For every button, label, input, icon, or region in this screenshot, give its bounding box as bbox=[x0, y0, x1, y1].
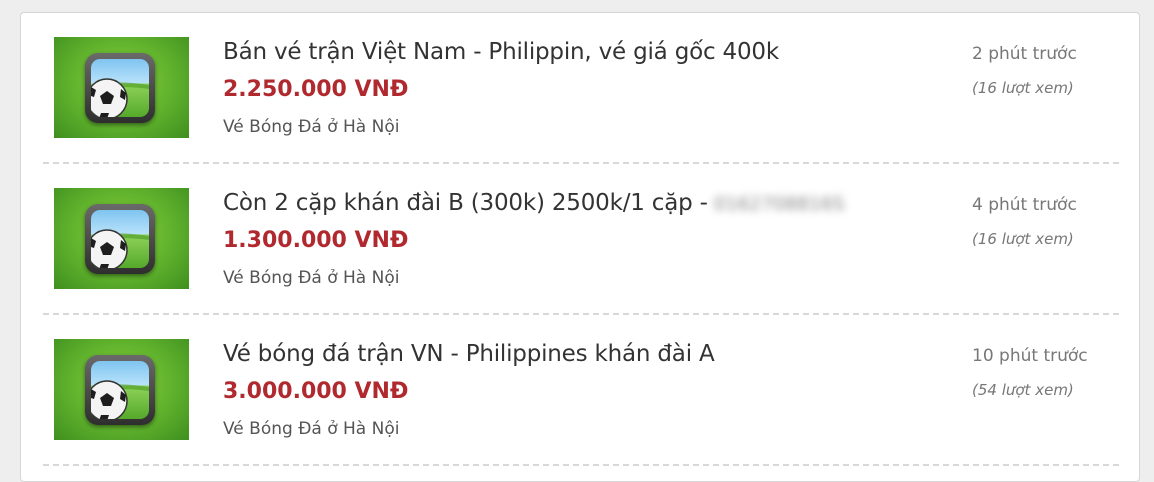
listing-thumbnail[interactable] bbox=[54, 37, 189, 138]
listing-price: 3.000.000 VNĐ bbox=[223, 379, 409, 404]
listing-price: 1.300.000 VNĐ bbox=[223, 228, 409, 253]
listing-title[interactable]: Còn 2 cặp khán đài B (300k) 2500k/1 cặp … bbox=[223, 190, 845, 216]
listing-time: 10 phút trước bbox=[972, 346, 1088, 366]
listing-item[interactable]: Còn 2 cặp khán đài B (300k) 2500k/1 cặp … bbox=[43, 164, 1119, 315]
listing-time: 4 phút trước bbox=[972, 195, 1077, 215]
listing-views: (16 lượt xem) bbox=[972, 79, 1074, 97]
listing-category[interactable]: Vé Bóng Đá ở Hà Nội bbox=[223, 117, 399, 137]
listing-views: (54 lượt xem) bbox=[972, 381, 1074, 399]
listing-price: 2.250.000 VNĐ bbox=[223, 77, 409, 102]
listing-thumbnail[interactable] bbox=[54, 188, 189, 289]
listing-item[interactable]: Vé bóng đá trận VN - Philippines khán đà… bbox=[43, 315, 1119, 466]
listing-card: Bán vé trận Việt Nam - Philippin, vé giá… bbox=[20, 12, 1140, 482]
listing-thumbnail[interactable] bbox=[54, 339, 189, 440]
listing-title[interactable]: Vé bóng đá trận VN - Philippines khán đà… bbox=[223, 341, 715, 367]
listing-category[interactable]: Vé Bóng Đá ở Hà Nội bbox=[223, 419, 399, 439]
listing-item[interactable]: Bán vé trận Việt Nam - Philippin, vé giá… bbox=[43, 13, 1119, 164]
listing-time: 2 phút trước bbox=[972, 44, 1077, 64]
listing-views: (16 lượt xem) bbox=[972, 230, 1074, 248]
listing-category[interactable]: Vé Bóng Đá ở Hà Nội bbox=[223, 268, 399, 288]
soccer-ball-icon bbox=[85, 355, 155, 425]
soccer-ball-icon bbox=[85, 204, 155, 274]
listing-title[interactable]: Bán vé trận Việt Nam - Philippin, vé giá… bbox=[223, 39, 779, 65]
soccer-ball-icon bbox=[85, 53, 155, 123]
blurred-phone-number: 0162708816S bbox=[713, 192, 845, 215]
